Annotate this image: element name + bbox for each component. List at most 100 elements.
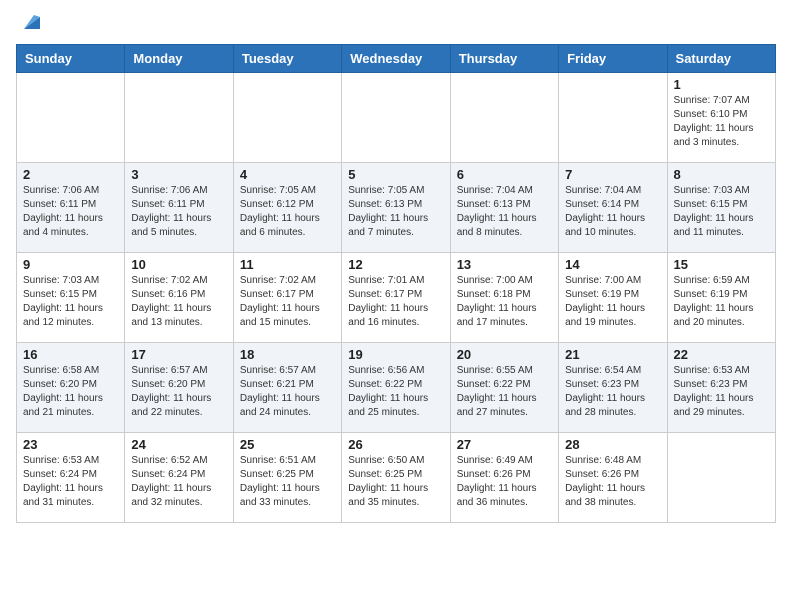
- day-number: 18: [240, 347, 335, 362]
- weekday-header: Wednesday: [342, 45, 450, 73]
- day-info: Sunrise: 7:02 AM Sunset: 6:16 PM Dayligh…: [131, 274, 226, 330]
- calendar-cell: [233, 73, 341, 163]
- calendar-cell: 20 Sunrise: 6:55 AM Sunset: 6:22 PM Dayli…: [450, 343, 558, 433]
- calendar-cell: [667, 433, 775, 523]
- calendar-cell: 26 Sunrise: 6:50 AM Sunset: 6:25 PM Dayli…: [342, 433, 450, 523]
- calendar-cell: [17, 73, 125, 163]
- day-info: Sunrise: 7:02 AM Sunset: 6:17 PM Dayligh…: [240, 274, 335, 330]
- weekday-header: Friday: [559, 45, 667, 73]
- calendar-week-row: 9 Sunrise: 7:03 AM Sunset: 6:15 PM Daylig…: [17, 253, 776, 343]
- day-info: Sunrise: 7:00 AM Sunset: 6:19 PM Dayligh…: [565, 274, 660, 330]
- weekday-header: Thursday: [450, 45, 558, 73]
- calendar-cell: 18Sunrise: 6:57 AM Sunset: 6:21 PM Dayli…: [233, 343, 341, 433]
- day-number: 19: [348, 347, 443, 362]
- day-info: Sunrise: 7:01 AM Sunset: 6:17 PM Dayligh…: [348, 274, 443, 330]
- day-info: Sunrise: 7:04 AM Sunset: 6:14 PM Dayligh…: [565, 184, 660, 240]
- day-number: 14: [565, 257, 660, 272]
- calendar-cell: [450, 73, 558, 163]
- calendar-cell: 28 Sunrise: 6:48 AM Sunset: 6:26 PM Dayli…: [559, 433, 667, 523]
- day-number: 22: [674, 347, 769, 362]
- calendar-cell: 2Sunrise: 7:06 AM Sunset: 6:11 PM Daylig…: [17, 163, 125, 253]
- day-info: Sunrise: 7:03 AM Sunset: 6:15 PM Dayligh…: [674, 184, 769, 240]
- calendar-header-row: SundayMondayTuesdayWednesdayThursdayFrid…: [17, 45, 776, 73]
- weekday-header: Tuesday: [233, 45, 341, 73]
- calendar-cell: [125, 73, 233, 163]
- calendar-table: SundayMondayTuesdayWednesdayThursdayFrid…: [16, 44, 776, 523]
- calendar-week-row: 2Sunrise: 7:06 AM Sunset: 6:11 PM Daylig…: [17, 163, 776, 253]
- day-number: 4: [240, 167, 335, 182]
- day-info: Sunrise: 6:53 AM Sunset: 6:23 PM Dayligh…: [674, 364, 769, 420]
- day-info: Sunrise: 6:49 AM Sunset: 6:26 PM Dayligh…: [457, 454, 552, 510]
- calendar-cell: 9 Sunrise: 7:03 AM Sunset: 6:15 PM Daylig…: [17, 253, 125, 343]
- weekday-header: Monday: [125, 45, 233, 73]
- day-number: 25: [240, 437, 335, 452]
- day-number: 12: [348, 257, 443, 272]
- calendar-cell: 11 Sunrise: 7:02 AM Sunset: 6:17 PM Dayli…: [233, 253, 341, 343]
- calendar-cell: 23 Sunrise: 6:53 AM Sunset: 6:24 PM Dayli…: [17, 433, 125, 523]
- calendar-cell: 19 Sunrise: 6:56 AM Sunset: 6:22 PM Dayli…: [342, 343, 450, 433]
- day-info: Sunrise: 6:59 AM Sunset: 6:19 PM Dayligh…: [674, 274, 769, 330]
- day-info: Sunrise: 6:50 AM Sunset: 6:25 PM Dayligh…: [348, 454, 443, 510]
- calendar-cell: 25Sunrise: 6:51 AM Sunset: 6:25 PM Dayli…: [233, 433, 341, 523]
- calendar-cell: 3 Sunrise: 7:06 AM Sunset: 6:11 PM Daylig…: [125, 163, 233, 253]
- day-info: Sunrise: 7:06 AM Sunset: 6:11 PM Dayligh…: [131, 184, 226, 240]
- day-number: 3: [131, 167, 226, 182]
- calendar-cell: 24 Sunrise: 6:52 AM Sunset: 6:24 PM Dayli…: [125, 433, 233, 523]
- day-number: 20: [457, 347, 552, 362]
- day-info: Sunrise: 6:53 AM Sunset: 6:24 PM Dayligh…: [23, 454, 118, 510]
- day-number: 1: [674, 77, 769, 92]
- calendar-week-row: 23 Sunrise: 6:53 AM Sunset: 6:24 PM Dayli…: [17, 433, 776, 523]
- calendar-cell: 27 Sunrise: 6:49 AM Sunset: 6:26 PM Dayli…: [450, 433, 558, 523]
- calendar-cell: [559, 73, 667, 163]
- day-number: 6: [457, 167, 552, 182]
- calendar-cell: 16 Sunrise: 6:58 AM Sunset: 6:20 PM Dayli…: [17, 343, 125, 433]
- day-number: 26: [348, 437, 443, 452]
- day-info: Sunrise: 6:48 AM Sunset: 6:26 PM Dayligh…: [565, 454, 660, 510]
- day-number: 23: [23, 437, 118, 452]
- day-info: Sunrise: 6:56 AM Sunset: 6:22 PM Dayligh…: [348, 364, 443, 420]
- day-info: Sunrise: 6:58 AM Sunset: 6:20 PM Dayligh…: [23, 364, 118, 420]
- day-number: 24: [131, 437, 226, 452]
- calendar-cell: 5Sunrise: 7:05 AM Sunset: 6:13 PM Daylig…: [342, 163, 450, 253]
- calendar-cell: 13 Sunrise: 7:00 AM Sunset: 6:18 PM Dayli…: [450, 253, 558, 343]
- day-number: 13: [457, 257, 552, 272]
- day-info: Sunrise: 6:52 AM Sunset: 6:24 PM Dayligh…: [131, 454, 226, 510]
- day-info: Sunrise: 7:03 AM Sunset: 6:15 PM Dayligh…: [23, 274, 118, 330]
- day-number: 21: [565, 347, 660, 362]
- day-number: 8: [674, 167, 769, 182]
- calendar-cell: 4 Sunrise: 7:05 AM Sunset: 6:12 PM Daylig…: [233, 163, 341, 253]
- day-number: 9: [23, 257, 118, 272]
- day-number: 17: [131, 347, 226, 362]
- calendar-cell: [342, 73, 450, 163]
- page-header: [16, 16, 776, 36]
- calendar-cell: 10 Sunrise: 7:02 AM Sunset: 6:16 PM Dayli…: [125, 253, 233, 343]
- day-info: Sunrise: 7:05 AM Sunset: 6:12 PM Dayligh…: [240, 184, 335, 240]
- day-number: 15: [674, 257, 769, 272]
- day-info: Sunrise: 7:06 AM Sunset: 6:11 PM Dayligh…: [23, 184, 118, 240]
- calendar-cell: 22 Sunrise: 6:53 AM Sunset: 6:23 PM Dayli…: [667, 343, 775, 433]
- day-info: Sunrise: 6:54 AM Sunset: 6:23 PM Dayligh…: [565, 364, 660, 420]
- day-number: 16: [23, 347, 118, 362]
- day-number: 11: [240, 257, 335, 272]
- calendar-cell: 8 Sunrise: 7:03 AM Sunset: 6:15 PM Daylig…: [667, 163, 775, 253]
- calendar-week-row: 1Sunrise: 7:07 AM Sunset: 6:10 PM Daylig…: [17, 73, 776, 163]
- calendar-cell: 21 Sunrise: 6:54 AM Sunset: 6:23 PM Dayli…: [559, 343, 667, 433]
- weekday-header: Sunday: [17, 45, 125, 73]
- weekday-header: Saturday: [667, 45, 775, 73]
- day-number: 27: [457, 437, 552, 452]
- calendar-cell: 15 Sunrise: 6:59 AM Sunset: 6:19 PM Dayli…: [667, 253, 775, 343]
- day-info: Sunrise: 6:55 AM Sunset: 6:22 PM Dayligh…: [457, 364, 552, 420]
- day-number: 7: [565, 167, 660, 182]
- logo: [16, 16, 40, 36]
- calendar-cell: 1Sunrise: 7:07 AM Sunset: 6:10 PM Daylig…: [667, 73, 775, 163]
- calendar-cell: 14 Sunrise: 7:00 AM Sunset: 6:19 PM Dayli…: [559, 253, 667, 343]
- calendar-week-row: 16 Sunrise: 6:58 AM Sunset: 6:20 PM Dayli…: [17, 343, 776, 433]
- calendar-cell: 12 Sunrise: 7:01 AM Sunset: 6:17 PM Dayli…: [342, 253, 450, 343]
- day-info: Sunrise: 7:00 AM Sunset: 6:18 PM Dayligh…: [457, 274, 552, 330]
- calendar-cell: 6Sunrise: 7:04 AM Sunset: 6:13 PM Daylig…: [450, 163, 558, 253]
- day-number: 28: [565, 437, 660, 452]
- logo-icon: [18, 11, 40, 33]
- day-info: Sunrise: 7:05 AM Sunset: 6:13 PM Dayligh…: [348, 184, 443, 240]
- day-info: Sunrise: 6:57 AM Sunset: 6:20 PM Dayligh…: [131, 364, 226, 420]
- day-number: 10: [131, 257, 226, 272]
